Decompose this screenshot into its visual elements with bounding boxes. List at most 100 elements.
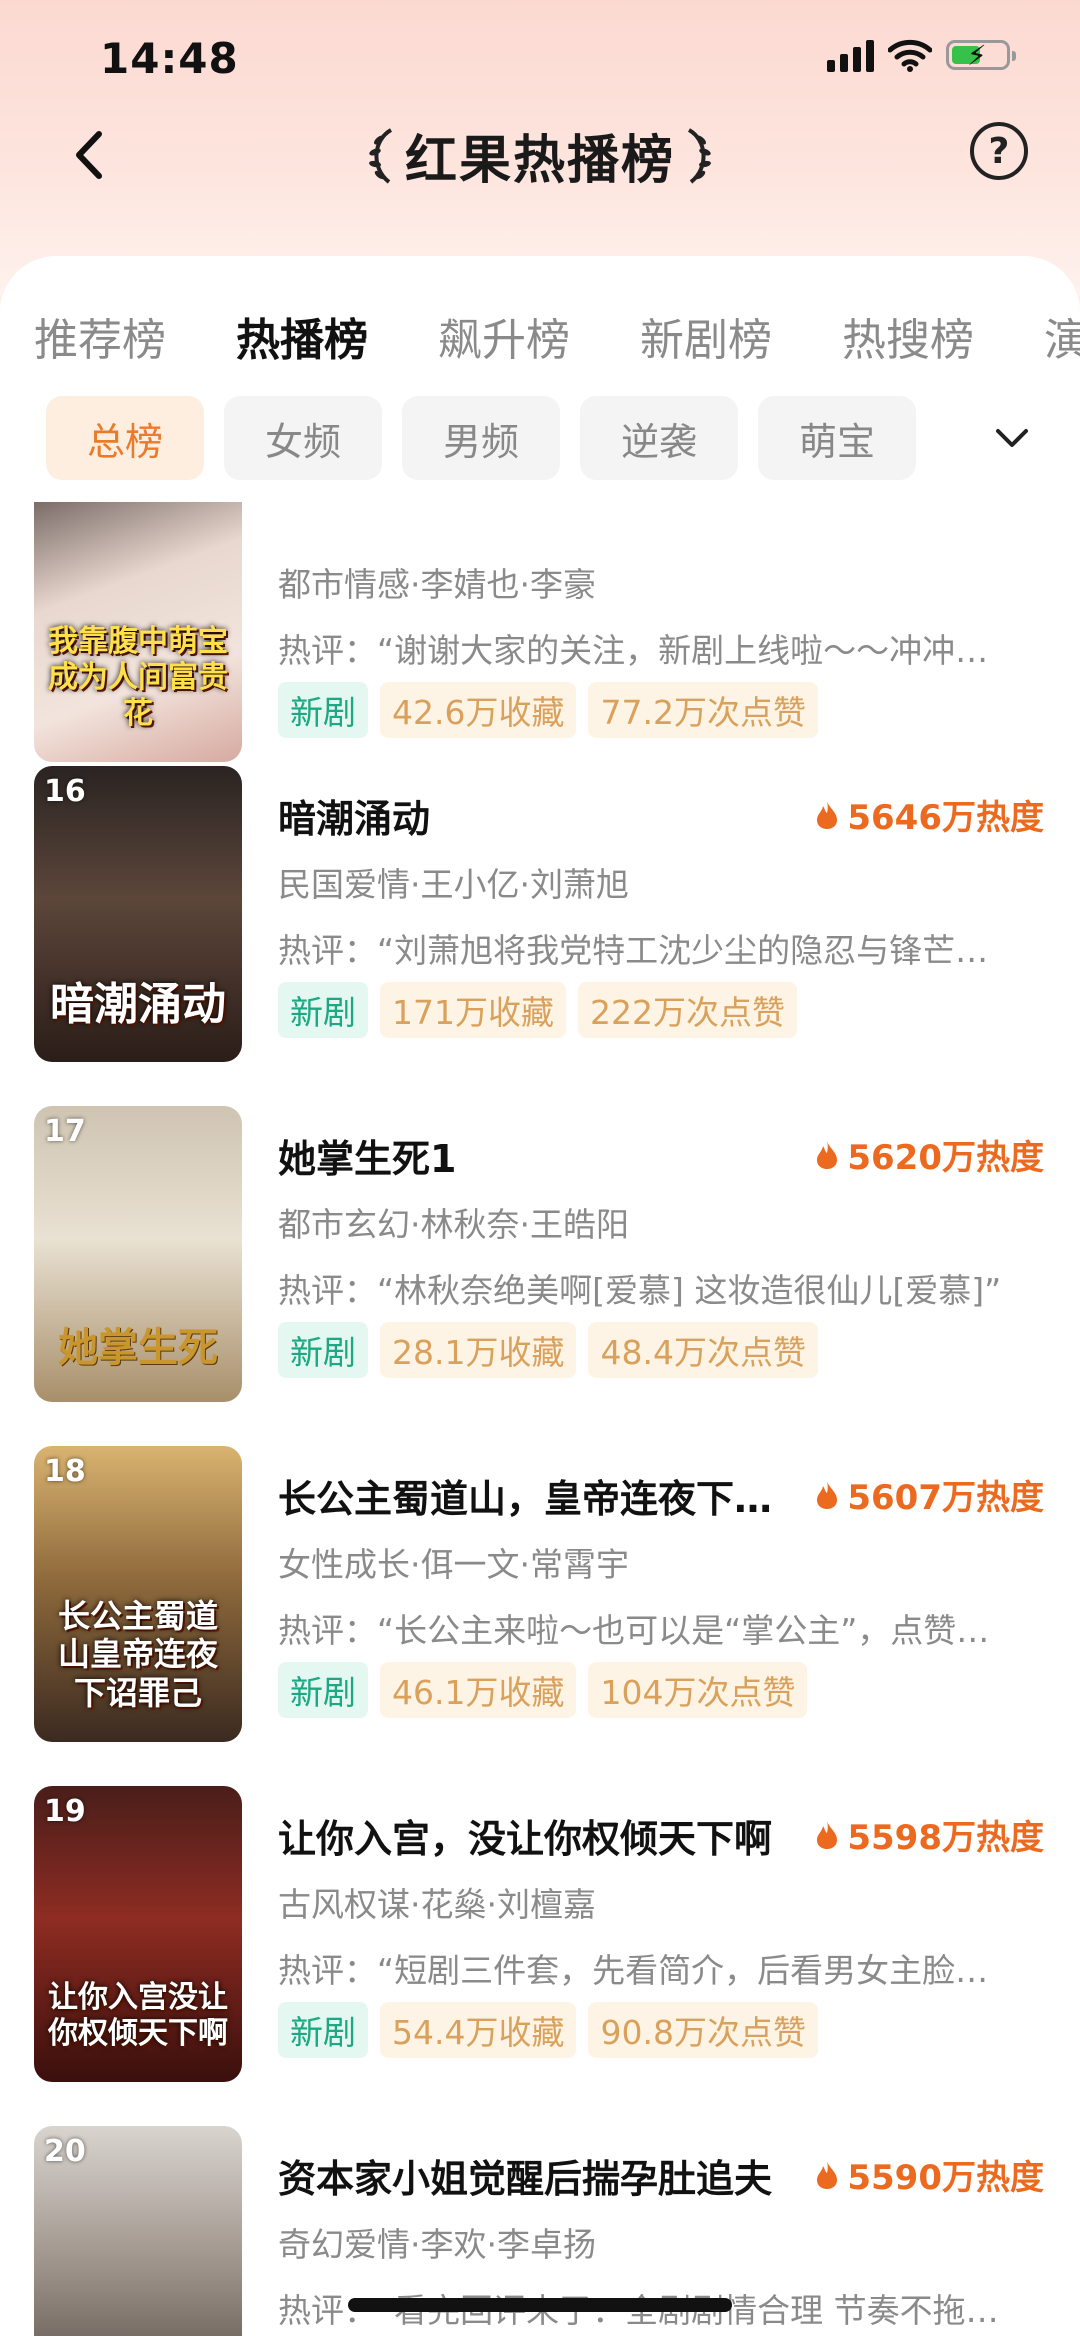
nav-bar: 红果热播榜 ? xyxy=(0,110,1080,200)
drama-title[interactable]: 资本家小姐觉醒后揣孕肚追夫 xyxy=(278,2148,772,2203)
list-item[interactable]: 我靠腹中萌宝成为人间富贵花 都市情感·李婧也·李豪 热评：“谢谢大家的关注，新剧… xyxy=(0,502,1080,766)
ranking-panel: 推荐榜 热播榜 飙升榜 新剧榜 热搜榜 演 总榜 女频 男频 逆袭 萌宝 我靠腹… xyxy=(0,256,1080,2336)
list-item[interactable]: 18 长公主蜀道山皇帝连夜下诏罪己 长公主蜀道山，皇帝连夜下… 5607万热度 … xyxy=(0,1446,1080,1746)
drama-title[interactable]: 让你入宫，没让你权倾天下啊 xyxy=(278,1808,772,1863)
status-bar: 14:48 ⚡ xyxy=(0,0,1080,120)
tab-new-drama[interactable]: 新剧榜 xyxy=(640,304,772,368)
chip-male[interactable]: 男频 xyxy=(402,396,560,480)
heat-score: 5590万热度 xyxy=(815,2150,1044,2199)
drama-meta: 都市情感·李婧也·李豪 xyxy=(278,565,596,604)
drama-title[interactable]: 暗潮涌动 xyxy=(278,788,430,843)
new-drama-tag: 新剧 xyxy=(278,682,368,738)
ranking-list: 我靠腹中萌宝成为人间富贵花 都市情感·李婧也·李豪 热评：“谢谢大家的关注，新剧… xyxy=(0,502,1080,2336)
heat-score: 5598万热度 xyxy=(815,1810,1044,1859)
collect-count-tag: 46.1万收藏 xyxy=(380,1662,577,1718)
tab-hot-play[interactable]: 热播榜 xyxy=(236,304,368,368)
laurel-right-icon xyxy=(687,127,711,184)
cover-title-art: 暗潮涌动 xyxy=(50,979,226,1031)
status-time: 14:48 xyxy=(100,34,239,83)
collect-count-tag: 28.1万收藏 xyxy=(380,1322,577,1378)
nav-title-group: 红果热播榜 xyxy=(0,118,1080,193)
heat-value: 5598万热度 xyxy=(847,1818,1044,1858)
tab-hot-search[interactable]: 热搜榜 xyxy=(842,304,974,368)
tab-actors[interactable]: 演 xyxy=(1044,304,1080,368)
drama-title[interactable]: 她掌生死1 xyxy=(278,1128,456,1183)
drama-tags: 新剧 46.1万收藏 104万次点赞 xyxy=(278,1662,808,1718)
tab-rising[interactable]: 飙升榜 xyxy=(438,304,570,368)
flame-icon xyxy=(817,800,838,829)
chip-comeback[interactable]: 逆袭 xyxy=(580,396,738,480)
drama-meta: 女性成长·佴一文·常霄宇 xyxy=(278,1545,629,1584)
chip-female[interactable]: 女频 xyxy=(224,396,382,480)
laurel-left-icon xyxy=(369,127,393,184)
chip-overall[interactable]: 总榜 xyxy=(46,396,204,480)
drama-review: 热评：“短剧三件套，先看简介，后看男女主脸… xyxy=(278,1951,989,1990)
drama-review: 热评：“长公主来啦～也可以是“掌公主”，点赞… xyxy=(278,1611,990,1650)
new-drama-tag: 新剧 xyxy=(278,1662,368,1718)
cover-title-art: 我靠腹中萌宝成为人间富贵花 xyxy=(48,624,228,731)
drama-tags: 新剧 42.6万收藏 77.2万次点赞 xyxy=(278,682,818,738)
drama-title[interactable]: 长公主蜀道山，皇帝连夜下… xyxy=(278,1468,772,1523)
drama-tags: 新剧 28.1万收藏 48.4万次点赞 xyxy=(278,1322,818,1378)
drama-tags: 新剧 54.4万收藏 90.8万次点赞 xyxy=(278,2002,818,2058)
heat-score: 5646万热度 xyxy=(815,790,1044,839)
cover-title-art: 长公主蜀道山皇帝连夜下诏罪己 xyxy=(57,1596,218,1712)
rank-number: 18 xyxy=(44,1454,86,1489)
list-item[interactable]: 19 让你入宫没让你权倾天下啊 让你入宫，没让你权倾天下啊 5598万热度 古风… xyxy=(0,1786,1080,2086)
category-chips: 总榜 女频 男频 逆袭 萌宝 xyxy=(0,396,1080,496)
drama-review: 热评：“谢谢大家的关注，新剧上线啦～～冲冲… xyxy=(278,631,989,670)
drama-meta: 都市玄幻·林秋奈·王皓阳 xyxy=(278,1205,629,1244)
collect-count-tag: 42.6万收藏 xyxy=(380,682,577,738)
home-indicator[interactable] xyxy=(348,2298,732,2312)
flame-icon xyxy=(817,1820,838,1849)
heat-value: 5620万热度 xyxy=(847,1138,1044,1178)
collect-count-tag: 54.4万收藏 xyxy=(380,2002,577,2058)
like-count-tag: 48.4万次点赞 xyxy=(588,1322,818,1378)
signal-icon xyxy=(827,38,874,72)
drama-cover[interactable]: 18 长公主蜀道山皇帝连夜下诏罪己 xyxy=(34,1446,242,1742)
drama-review: 热评：“刘萧旭将我党特工沈少尘的隐忍与锋芒… xyxy=(278,931,989,970)
rank-number: 17 xyxy=(44,1114,86,1149)
heat-score: 5620万热度 xyxy=(815,1130,1044,1179)
rank-number: 19 xyxy=(44,1794,86,1829)
list-item[interactable]: 16 暗潮涌动 暗潮涌动 5646万热度 民国爱情·王小亿·刘萧旭 热评：“刘萧… xyxy=(0,766,1080,1066)
page-title: 红果热播榜 xyxy=(404,131,675,191)
like-count-tag: 104万次点赞 xyxy=(588,1662,808,1718)
new-drama-tag: 新剧 xyxy=(278,2002,368,2058)
cover-title-art: 她掌生死 xyxy=(58,1325,218,1371)
drama-meta: 民国爱情·王小亿·刘萧旭 xyxy=(278,865,629,904)
drama-cover[interactable]: 19 让你入宫没让你权倾天下啊 xyxy=(34,1786,242,2082)
help-button[interactable]: ? xyxy=(970,122,1028,180)
drama-meta: 古风权谋·花燊·刘檀嘉 xyxy=(278,1885,596,1924)
ranking-tabs: 推荐榜 热播榜 飙升榜 新剧榜 热搜榜 演 xyxy=(0,256,1080,416)
like-count-tag: 77.2万次点赞 xyxy=(588,682,818,738)
like-count-tag: 222万次点赞 xyxy=(578,982,797,1038)
flame-icon xyxy=(817,1480,838,1509)
new-drama-tag: 新剧 xyxy=(278,982,368,1038)
question-mark-icon: ? xyxy=(988,130,1010,172)
wifi-icon xyxy=(888,39,932,72)
heat-value: 5590万热度 xyxy=(847,2158,1044,2198)
drama-review: 热评：“林秋奈绝美啊[爱慕] 这妆造很仙儿[爱慕]” xyxy=(278,1271,1002,1310)
cover-title-art: 让你入宫没让你权倾天下啊 xyxy=(48,1980,228,2051)
chevron-down-icon[interactable] xyxy=(992,418,1032,458)
collect-count-tag: 171万收藏 xyxy=(380,982,566,1038)
battery-icon: ⚡ xyxy=(946,39,1016,72)
like-count-tag: 90.8万次点赞 xyxy=(588,2002,818,2058)
drama-cover[interactable]: 16 暗潮涌动 xyxy=(34,766,242,1062)
status-icons: ⚡ xyxy=(827,38,1016,72)
chip-cute-baby[interactable]: 萌宝 xyxy=(758,396,916,480)
tab-recommended[interactable]: 推荐榜 xyxy=(34,304,166,368)
new-drama-tag: 新剧 xyxy=(278,1322,368,1378)
rank-number: 20 xyxy=(44,2134,86,2169)
drama-cover[interactable]: 20 xyxy=(34,2126,242,2336)
heat-value: 5607万热度 xyxy=(847,1478,1044,1518)
drama-cover[interactable]: 17 她掌生死 xyxy=(34,1106,242,1402)
rank-number: 16 xyxy=(44,774,86,809)
list-item[interactable]: 17 她掌生死 她掌生死1 5620万热度 都市玄幻·林秋奈·王皓阳 热评：“林… xyxy=(0,1106,1080,1406)
drama-cover[interactable]: 我靠腹中萌宝成为人间富贵花 xyxy=(34,502,242,762)
drama-tags: 新剧 171万收藏 222万次点赞 xyxy=(278,982,797,1038)
heat-value: 5646万热度 xyxy=(847,798,1044,838)
flame-icon xyxy=(817,1140,838,1169)
flame-icon xyxy=(817,2160,838,2189)
